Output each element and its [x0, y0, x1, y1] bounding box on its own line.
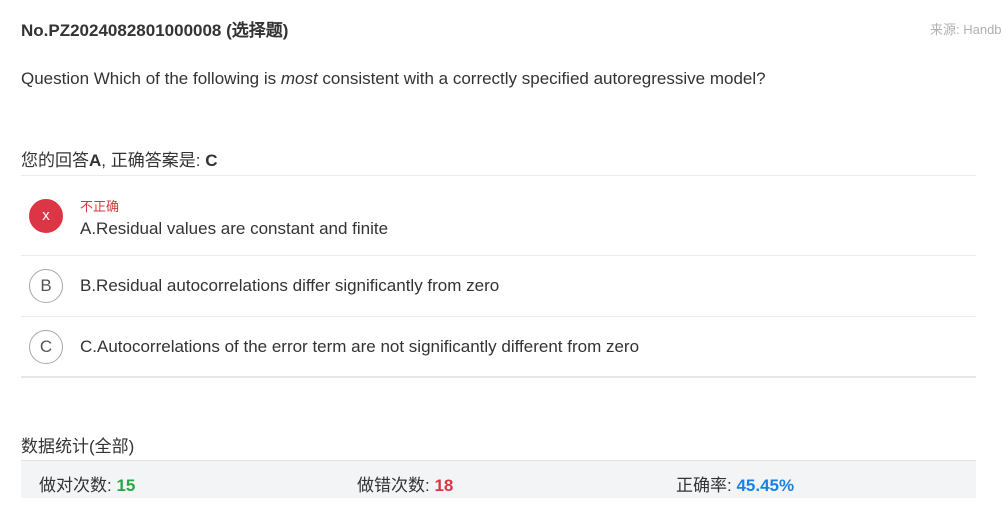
answer-summary: 您的回答A, 正确答案是: C: [21, 146, 217, 171]
option-c-badge: C: [29, 330, 63, 364]
option-a-text: A.Residual values are constant and finit…: [80, 219, 389, 238]
stats-title: 数据统计(全部): [21, 437, 135, 456]
answer-separator: , 正确答案是:: [101, 151, 206, 170]
question-prefix: Question Which of the following is: [21, 69, 281, 88]
wrong-count-stat: 做错次数: 18: [357, 471, 453, 496]
question-emphasis: most: [280, 69, 318, 88]
question-header: No.PZ2024082801000008 (选择题) 来源: Handb: [21, 16, 1004, 40]
option-b-text: B.Residual autocorrelations differ signi…: [80, 276, 500, 295]
correct-count-value: 15: [116, 476, 136, 495]
your-answer: A: [89, 151, 102, 170]
question-id-title: No.PZ2024082801000008 (选择题): [21, 21, 289, 40]
option-c[interactable]: C C.Autocorrelations of the error term a…: [21, 317, 976, 378]
options-list: x 不正确 A.Residual values are constant and…: [21, 175, 976, 378]
correct-count-stat: 做对次数: 15: [39, 471, 135, 496]
wrong-count-value: 18: [434, 476, 454, 495]
answer-label: 您的回答: [21, 151, 89, 170]
option-b[interactable]: B B.Residual autocorrelations differ sig…: [21, 256, 976, 317]
accuracy-rate-value: 45.45%: [736, 476, 795, 495]
question-text: Question Which of the following is most …: [21, 69, 766, 89]
option-b-badge: B: [29, 269, 63, 303]
incorrect-tag: 不正确: [80, 199, 120, 214]
option-c-text: C.Autocorrelations of the error term are…: [80, 337, 640, 356]
correct-count-label: 做对次数:: [39, 476, 117, 495]
accuracy-rate-label: 正确率:: [676, 476, 737, 495]
incorrect-x-icon: x: [29, 199, 63, 233]
question-suffix: consistent with a correctly specified au…: [317, 69, 766, 88]
option-a[interactable]: x 不正确 A.Residual values are constant and…: [21, 176, 976, 256]
source-label: 来源: Handb: [930, 22, 1002, 37]
correct-answer: C: [205, 151, 218, 170]
stats-bar: 做对次数: 15 做错次数: 18 正确率: 45.45%: [21, 460, 976, 498]
wrong-count-label: 做错次数:: [357, 476, 435, 495]
accuracy-rate-stat: 正确率: 45.45%: [676, 471, 794, 496]
